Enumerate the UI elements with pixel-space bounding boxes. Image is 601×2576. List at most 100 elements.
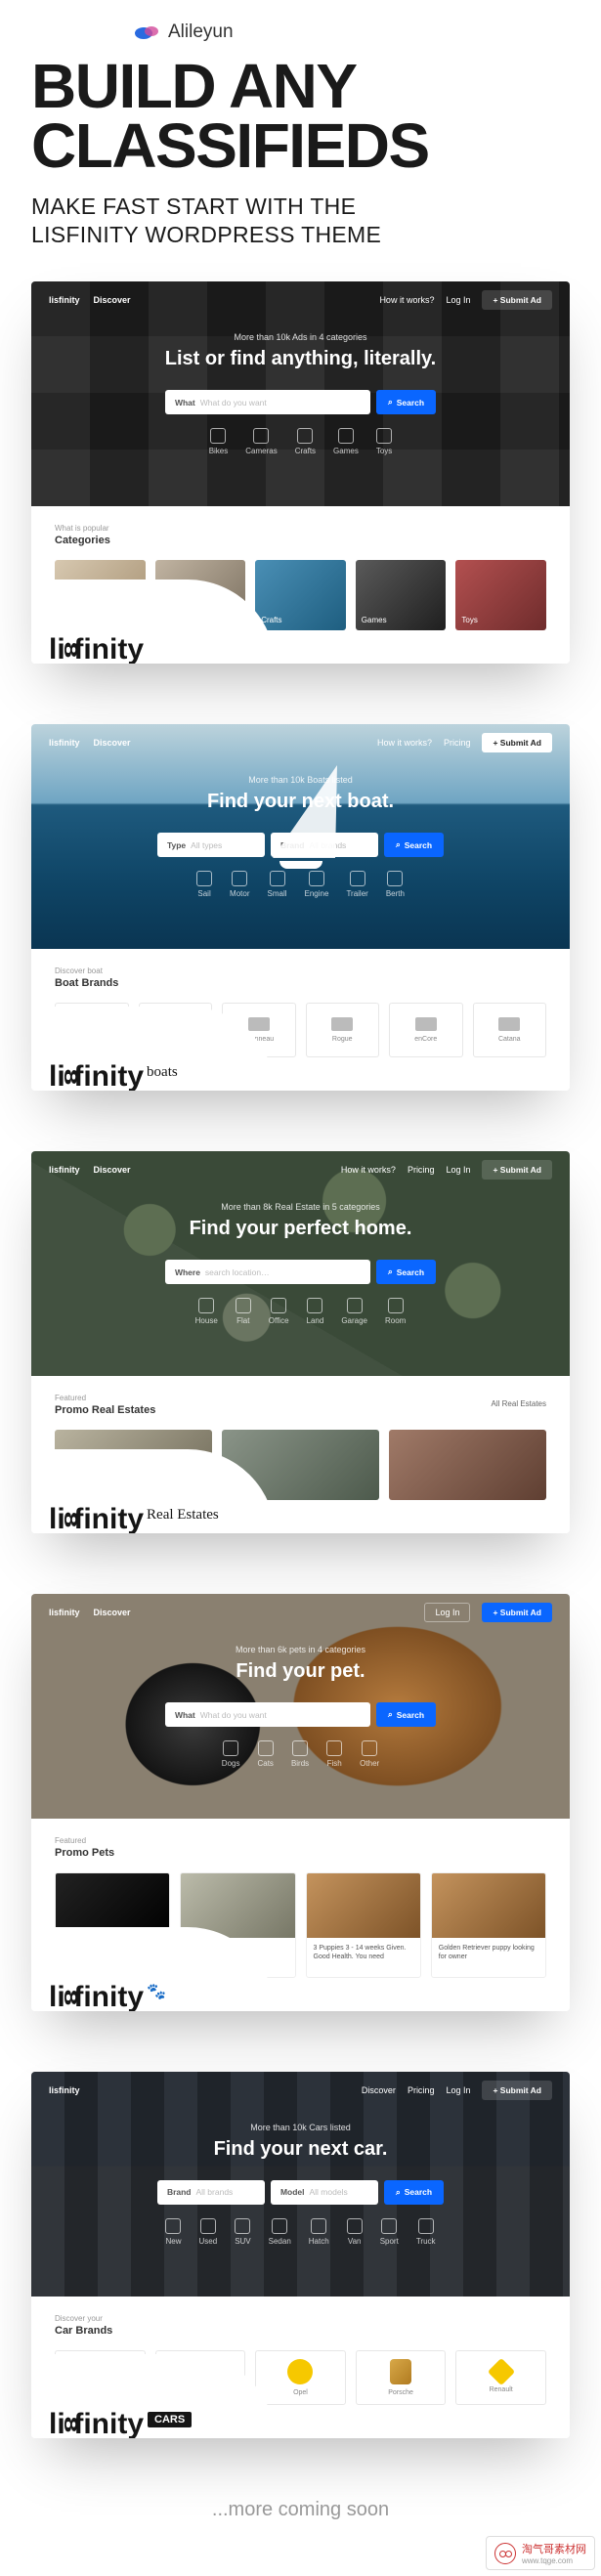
cat-item[interactable]: Office [269,1298,289,1325]
cat-item-games[interactable]: Games [333,428,359,455]
nav-login[interactable]: Log In [446,1165,470,1175]
cat-item[interactable]: Fish [326,1740,342,1768]
field-label: Where [175,1267,200,1277]
nav-pricing[interactable]: Pricing [408,1165,435,1175]
card-image [307,1873,420,1938]
demo-cars: lisfinity Discover Pricing Log In + Subm… [31,2072,570,2438]
sail-icon [196,871,212,886]
nav-pricing[interactable]: Pricing [408,2085,435,2095]
cat-item[interactable]: New [165,2218,181,2246]
nav-submit-button[interactable]: + Submit Ad [482,1160,552,1180]
cat-item[interactable]: Berth [386,871,405,898]
nav-how[interactable]: How it works? [341,1165,396,1175]
cat-item[interactable]: Sail [196,871,212,898]
nav-discover[interactable]: Discover [94,1165,131,1175]
pet-card[interactable]: 3 Puppies 3 - 14 weeks Given. Good Healt… [306,1872,421,1977]
below-title: Promo Real Estates [55,1404,546,1416]
cat-item[interactable]: Engine [305,871,329,898]
cat-item[interactable]: Cats [257,1740,273,1768]
cat-item[interactable]: Room [385,1298,406,1325]
search-input[interactable]: What What do you want [165,390,370,414]
estate-tile[interactable] [389,1430,546,1500]
cat-item-crafts[interactable]: Crafts [295,428,316,455]
tile-toys[interactable]: Toys [455,560,546,630]
cat-item-toys[interactable]: Toys [376,428,392,455]
brand-logo-catana [498,1017,520,1031]
search-brand-select[interactable]: Brand All brands [157,2180,265,2205]
small-icon [270,871,285,886]
search-type-select[interactable]: Type All types [157,833,265,857]
tile-games[interactable]: Games [356,560,447,630]
brand-card-opel[interactable]: Opel [255,2350,346,2405]
brand-card[interactable]: Catana [473,1003,547,1057]
nav-login[interactable]: Log In [446,295,470,305]
cat-item[interactable]: Sedan [269,2218,291,2246]
cat-item[interactable]: Motor [230,871,249,898]
cat-item[interactable]: Sport [380,2218,399,2246]
category-row: House Flat Office Land Garage Room [195,1298,407,1325]
search-model-select[interactable]: Model All models [271,2180,378,2205]
nav-submit-button[interactable]: + Submit Ad [482,290,552,310]
nav-how[interactable]: How it works? [379,295,434,305]
cat-item[interactable]: Land [307,1298,324,1325]
nav-submit-button[interactable]: + Submit Ad [482,1603,552,1622]
cat-item[interactable]: Hatch [309,2218,329,2246]
cat-item[interactable]: Truck [416,2218,436,2246]
search-button[interactable]: ⌕ Search [384,2180,444,2205]
brand-card[interactable]: enCore [389,1003,463,1057]
nav-discover[interactable]: Discover [94,295,131,305]
cat-item-cameras[interactable]: Cameras [245,428,277,455]
cat-item-bikes[interactable]: Bikes [209,428,229,455]
nav-login[interactable]: Log In [446,2085,470,2095]
search-icon: ⌕ [396,839,401,850]
hero-overline: More than 10k Cars listed [250,2123,351,2132]
hero-title: Find your next boat. [207,791,394,813]
search-icon: ⌕ [396,2187,401,2198]
nav-submit-button[interactable]: + Submit Ad [482,733,552,752]
cat-item[interactable]: Dogs [222,1740,240,1768]
nav-pricing[interactable]: Pricing [444,738,471,748]
nav-submit-button[interactable]: + Submit Ad [482,2081,552,2100]
cat-item[interactable]: Flat [236,1298,251,1325]
field-label: Type [167,840,186,850]
category-row: Sail Motor Small Engine Trailer Berth [196,871,405,898]
cat-item[interactable]: SUV [235,2218,250,2246]
search-button-label: Search [397,1710,424,1720]
nav-discover[interactable]: Discover [94,738,131,748]
cat-item[interactable]: House [195,1298,218,1325]
search-button[interactable]: ⌕ Search [384,833,444,857]
brand-card-renault[interactable]: Renault [455,2350,546,2405]
search-button[interactable]: ⌕ Search [376,1260,436,1284]
brand-card-porsche[interactable]: Porsche [356,2350,447,2405]
tile-crafts[interactable]: Crafts [255,560,346,630]
nav-login[interactable]: Log In [424,1603,470,1622]
nav-discover[interactable]: Discover [362,2085,396,2095]
demo-logo: li8finityboats [49,1060,178,1091]
hero-boats: lisfinity Discover How it works? Pricing… [31,724,570,949]
search-input[interactable]: What What do you want [165,1702,370,1727]
cat-item[interactable]: Used [199,2218,218,2246]
hero-pets: lisfinity Discover Log In + Submit Ad Mo… [31,1594,570,1819]
nav-logo: lisfinity [49,295,80,305]
card-title: 3 Puppies 3 - 14 weeks Given. Good Healt… [314,1944,413,1961]
brand-card[interactable]: Rogue [306,1003,380,1057]
search-button[interactable]: ⌕ Search [376,390,436,414]
trailer-icon [350,871,365,886]
cat-item[interactable]: Garage [341,1298,367,1325]
view-all-link[interactable]: All Real Estates [492,1399,546,1408]
demo-logo-sub: boats [147,1064,178,1081]
cat-item[interactable]: Trailer [346,871,367,898]
cat-item[interactable]: Other [360,1740,379,1768]
nav-discover[interactable]: Discover [94,1608,131,1617]
cat-item[interactable]: Van [347,2218,363,2246]
brand-cloud-icon [135,23,162,41]
hero-cars: lisfinity Discover Pricing Log In + Subm… [31,2072,570,2297]
paw-icon: 🐾 [147,1982,166,2001]
search-brand-select[interactable]: Brand All brands [271,833,378,857]
cat-item[interactable]: Birds [291,1740,309,1768]
cat-item[interactable]: Small [268,871,287,898]
search-location-input[interactable]: Where search location… [165,1260,370,1284]
pet-card[interactable]: Golden Retriever puppy looking for owner [431,1872,546,1977]
nav-how[interactable]: How it works? [377,738,432,748]
search-button[interactable]: ⌕ Search [376,1702,436,1727]
